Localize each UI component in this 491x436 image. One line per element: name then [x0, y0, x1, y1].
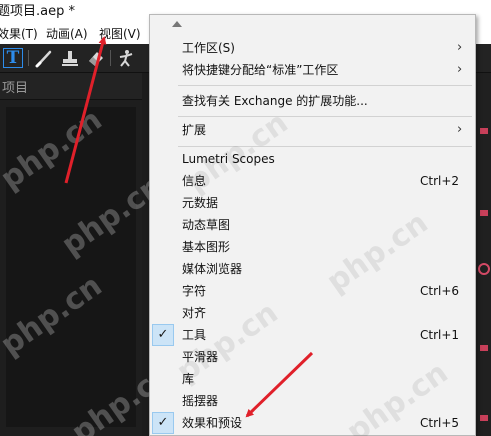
toolbar-divider	[110, 50, 111, 66]
menu-item-effects-and-presets[interactable]: ✓ 效果和预设 Ctrl+5	[150, 412, 475, 434]
eraser-tool-button[interactable]	[86, 48, 106, 68]
scroll-up-icon[interactable]	[172, 21, 182, 27]
project-panel-header: 项目	[0, 73, 142, 100]
timeline-marker	[480, 128, 488, 134]
shortcut-text: Ctrl+6	[420, 284, 460, 298]
menu-separator	[178, 85, 472, 86]
type-tool-icon: T	[6, 48, 20, 68]
timeline-marker	[480, 210, 488, 216]
menu-item-assign-shortcuts[interactable]: 将快捷键分配给“标准”工作区 ›	[150, 59, 475, 81]
toolbar-divider	[28, 50, 29, 66]
menu-view[interactable]: 视图(V)	[99, 24, 141, 44]
submenu-arrow-icon: ›	[457, 62, 463, 77]
checkmark-icon: ✓	[152, 324, 174, 346]
menu-item-media-browser[interactable]: 媒体浏览器	[150, 258, 475, 280]
puppet-tool-button[interactable]	[116, 48, 136, 68]
window-dropdown-menu: 工作区(S) › 将快捷键分配给“标准”工作区 › 查找有关 Exchange …	[149, 14, 476, 436]
menu-separator	[178, 116, 472, 117]
type-tool-button[interactable]: T	[3, 48, 23, 68]
submenu-arrow-icon: ›	[457, 40, 463, 55]
after-effects-window: 题项目.aep * 效果(T) 动画(A) 视图(V) T 项目 php.cn …	[0, 0, 491, 436]
brush-tool-button[interactable]	[34, 48, 54, 68]
submenu-arrow-icon: ›	[457, 122, 463, 137]
menu-effects[interactable]: 效果(T)	[0, 24, 38, 44]
menu-item-workspace[interactable]: 工作区(S) ›	[150, 37, 475, 59]
window-title: 题项目.aep *	[0, 4, 75, 19]
menu-item-align[interactable]: 对齐	[150, 302, 475, 324]
timeline-marker	[480, 345, 488, 351]
keyframe-target-icon	[478, 263, 490, 275]
menu-item-find-exchange-extensions[interactable]: 查找有关 Exchange 的扩展功能...	[150, 90, 475, 112]
menu-item-extensions[interactable]: 扩展 ›	[150, 119, 475, 141]
clone-stamp-tool-button[interactable]	[60, 48, 80, 68]
menu-animation[interactable]: 动画(A)	[46, 24, 88, 44]
puppet-pin-icon	[119, 50, 133, 67]
shortcut-text: Ctrl+5	[420, 416, 460, 430]
brush-icon	[35, 50, 52, 68]
eraser-icon	[89, 52, 103, 66]
stamp-icon	[62, 51, 78, 66]
timeline-marker	[480, 415, 488, 421]
shortcut-text: Ctrl+2	[420, 174, 460, 188]
project-panel-title[interactable]: 项目	[2, 77, 28, 96]
shortcut-text: Ctrl+1	[420, 328, 460, 342]
menu-item-character[interactable]: 字符 Ctrl+6	[150, 280, 475, 302]
checkmark-icon: ✓	[152, 412, 174, 434]
